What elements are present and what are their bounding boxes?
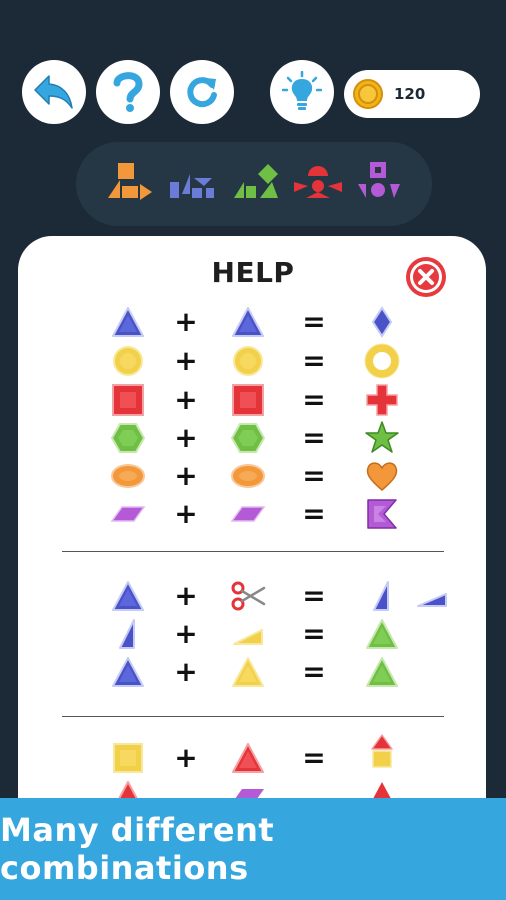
yellow-ring-icon[interactable]	[364, 343, 400, 379]
scissors-icon[interactable]	[230, 578, 266, 614]
restart-button[interactable]	[170, 60, 234, 124]
blue-triangle-icon[interactable]	[110, 654, 146, 690]
green-star-icon[interactable]	[364, 420, 400, 456]
back-button[interactable]	[22, 60, 86, 124]
combination-row: + =	[0, 494, 506, 534]
yellow-half-triangle-flat-icon[interactable]	[230, 616, 266, 652]
hint-button[interactable]	[270, 60, 334, 124]
combination-row: + =	[0, 652, 506, 692]
purple-notch-icon[interactable]	[364, 496, 400, 532]
green-hexagon-icon[interactable]	[230, 420, 266, 456]
orange-ellipse-icon[interactable]	[230, 458, 266, 494]
combination-row: + =	[0, 302, 506, 342]
shape-group-4-icon[interactable]	[292, 160, 344, 206]
promo-banner: Many different combinations	[0, 798, 506, 900]
plus-sign: +	[174, 383, 198, 416]
blue-triangle-icon[interactable]	[110, 304, 146, 340]
help-button[interactable]	[96, 60, 160, 124]
promo-banner-text: Many different combinations	[0, 811, 275, 887]
shape-collection-strip	[76, 142, 432, 226]
yellow-circle-icon[interactable]	[230, 343, 266, 379]
back-icon	[34, 75, 73, 109]
combination-row: + =	[0, 418, 506, 458]
coin-count: 120	[394, 85, 426, 103]
red-triangle-icon[interactable]	[230, 740, 266, 776]
section-divider	[62, 551, 444, 552]
equals-sign: =	[302, 344, 326, 377]
blue-half-triangle-icon[interactable]	[110, 616, 146, 652]
shape-group-1-icon[interactable]	[106, 160, 154, 206]
plus-sign: +	[174, 655, 198, 688]
equals-sign: =	[302, 497, 326, 530]
combination-row: + =	[0, 614, 506, 654]
combination-row: + =	[0, 456, 506, 496]
equals-sign: =	[302, 383, 326, 416]
plus-sign: +	[174, 617, 198, 650]
shape-group-3-icon[interactable]	[232, 160, 282, 206]
shape-group-2-icon[interactable]	[168, 160, 218, 206]
equals-sign: =	[302, 305, 326, 338]
combination-row: + =	[0, 734, 506, 778]
help-icon	[113, 72, 143, 112]
blue-diamond-icon[interactable]	[364, 304, 400, 340]
purple-parallelogram-icon[interactable]	[230, 496, 266, 532]
yellow-square-icon[interactable]	[110, 740, 146, 776]
red-cross-icon[interactable]	[364, 382, 400, 418]
purple-parallelogram-icon[interactable]	[110, 496, 146, 532]
plus-sign: +	[174, 579, 198, 612]
equals-sign: =	[302, 421, 326, 454]
equals-sign: =	[302, 579, 326, 612]
orange-ellipse-icon[interactable]	[110, 458, 146, 494]
combination-row: + =	[0, 341, 506, 381]
blue-half-triangle-flat-icon[interactable]	[414, 578, 450, 614]
plus-sign: +	[174, 305, 198, 338]
plus-sign: +	[174, 497, 198, 530]
red-square-icon[interactable]	[110, 382, 146, 418]
red-house-icon[interactable]	[364, 728, 400, 774]
plus-sign: +	[174, 421, 198, 454]
yellow-circle-icon[interactable]	[110, 343, 146, 379]
green-triangle-icon[interactable]	[364, 616, 400, 652]
equals-sign: =	[302, 617, 326, 650]
green-hexagon-icon[interactable]	[110, 420, 146, 456]
orange-heart-icon[interactable]	[364, 458, 400, 494]
coin-counter: 120	[344, 70, 480, 118]
section-divider	[62, 716, 444, 717]
combination-row: + =	[0, 380, 506, 420]
combination-row: + =	[0, 576, 506, 616]
blue-triangle-icon[interactable]	[110, 578, 146, 614]
close-icon[interactable]	[404, 255, 448, 299]
coin-icon	[353, 79, 383, 109]
yellow-triangle-icon[interactable]	[230, 654, 266, 690]
restart-icon	[187, 77, 217, 108]
plus-sign: +	[174, 344, 198, 377]
lightbulb-icon	[282, 71, 322, 110]
equals-sign: =	[302, 741, 326, 774]
red-square-icon[interactable]	[230, 382, 266, 418]
blue-triangle-icon[interactable]	[230, 304, 266, 340]
top-toolbar: 120	[0, 0, 506, 130]
shape-group-5-icon[interactable]	[354, 160, 404, 206]
plus-sign: +	[174, 741, 198, 774]
green-triangle-icon[interactable]	[364, 654, 400, 690]
equals-sign: =	[302, 655, 326, 688]
plus-sign: +	[174, 459, 198, 492]
equals-sign: =	[302, 459, 326, 492]
blue-half-triangle-icon[interactable]	[364, 578, 400, 614]
